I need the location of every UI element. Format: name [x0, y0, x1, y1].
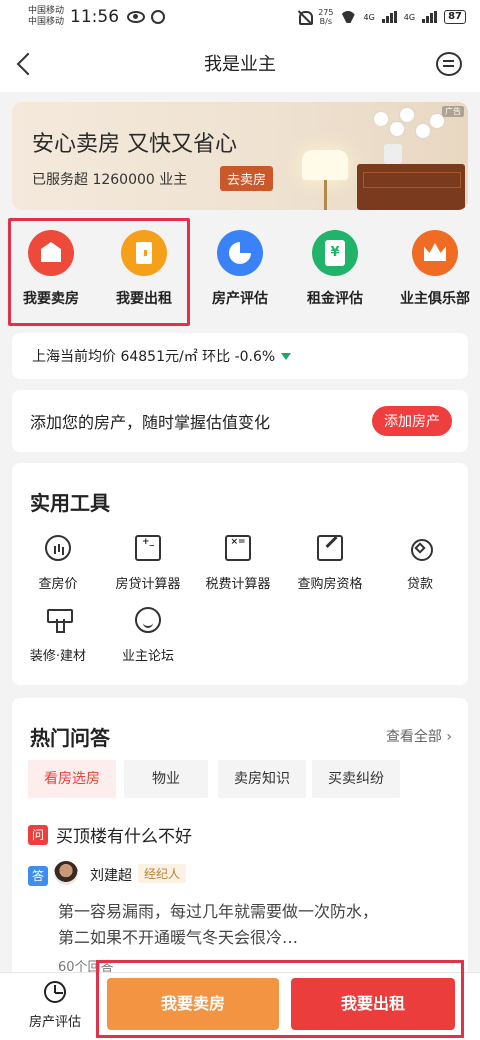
crown-icon: [412, 230, 458, 276]
average-price-card[interactable]: 上海当前均价 64851元/㎡ 环比 -0.6%: [12, 333, 468, 379]
avatar: [54, 861, 78, 885]
paint-roller-icon: [45, 607, 73, 633]
orchid-flower: [400, 108, 414, 122]
carrier-2: 中国移动: [28, 17, 65, 27]
wifi-icon: [340, 11, 356, 23]
message-icon[interactable]: [436, 52, 462, 76]
loan-calculator-icon: +_: [135, 535, 161, 561]
promo-banner[interactable]: 安心卖房 又快又省心 已服务超 1260000 业主 去卖房 广告: [12, 102, 468, 210]
rent-out-button[interactable]: 我要出租: [291, 978, 455, 1030]
alarm-icon: [151, 10, 166, 24]
mute-bell-icon: [297, 10, 314, 25]
header: 我是业主: [0, 34, 480, 92]
signal-icon: [422, 11, 438, 23]
author-name: 刘建超: [90, 868, 132, 884]
signal-label-1: 4G: [363, 12, 375, 22]
tool-loan[interactable]: 贷款: [374, 535, 466, 592]
vase-illustration: [384, 144, 402, 164]
question-text[interactable]: 买顶楼有什么不好: [56, 822, 192, 847]
qa-tab-disputes[interactable]: 买卖纠纷: [312, 760, 400, 798]
tool-owner-forum[interactable]: 业主论坛: [102, 607, 194, 664]
tools-card: 实用工具 查房价 +_ 房贷计算器 ×= 税费计算器 查购房资格 贷款 装修·建…: [12, 463, 468, 685]
hot-qa-card: 热门问答 查看全部 › 看房选房 物业 卖房知识 买卖纠纷 问 买顶楼有什么不好…: [12, 698, 468, 988]
tool-label: 房贷计算器: [115, 577, 181, 592]
qa-tab-viewing[interactable]: 看房选房: [28, 760, 116, 798]
quick-rent-out[interactable]: 我要出租: [104, 230, 184, 308]
network-speed: 275 B/s: [318, 8, 334, 26]
tools-title: 实用工具: [30, 491, 110, 515]
battery-icon: 87: [444, 10, 466, 24]
sell-house-button[interactable]: 我要卖房: [107, 978, 279, 1030]
down-arrow-icon: [281, 352, 292, 360]
sell-house-cta[interactable]: 去卖房: [220, 166, 274, 191]
ad-tag: 广告: [442, 106, 464, 117]
tool-label: 装修·建材: [29, 649, 87, 664]
orchid-flower: [430, 114, 444, 128]
answer-text[interactable]: 第一容易漏雨，每过几年就需要做一次防水， 第二如果不开通暖气冬天会很冷…: [58, 899, 448, 951]
quick-entry-label: 房产评估: [212, 291, 268, 307]
tool-check-price[interactable]: 查房价: [12, 535, 104, 592]
loan-diamond-icon: [407, 535, 433, 561]
orchid-flower: [374, 112, 388, 126]
lamp-illustration: [302, 150, 348, 180]
page-title: 我是业主: [204, 54, 276, 75]
quick-entry-label: 我要出租: [116, 291, 172, 307]
clock-chart-icon: [44, 981, 66, 1003]
eligibility-edit-icon: [317, 535, 343, 561]
tool-loan-calculator[interactable]: +_ 房贷计算器: [102, 535, 194, 592]
forum-face-icon: [135, 607, 161, 633]
eye-icon: [127, 11, 146, 23]
quick-entry-label: 业主俱乐部: [400, 291, 470, 307]
quick-rent-estimate[interactable]: 租金评估: [295, 230, 375, 308]
orchid-flower: [416, 124, 430, 138]
tool-label: 贷款: [406, 577, 433, 592]
tool-label: 业主论坛: [121, 649, 174, 664]
back-arrow-icon[interactable]: [14, 50, 38, 78]
house-icon: [28, 230, 74, 276]
add-property-text: 添加您的房产，随时掌握估值变化: [30, 413, 271, 432]
qa-title: 热门问答: [30, 726, 110, 750]
quick-owner-club[interactable]: 业主俱乐部: [392, 230, 478, 308]
estimate-tab[interactable]: 房产评估: [22, 981, 88, 1030]
status-bar: 中国移动 中国移动 11:56 275 B/s 4G 4G 87: [0, 0, 480, 34]
quick-sell-house[interactable]: 我要卖房: [11, 230, 91, 308]
question-badge: 问: [28, 825, 48, 845]
add-property-button[interactable]: 添加房产: [372, 406, 452, 436]
view-all-link[interactable]: 查看全部 ›: [386, 726, 452, 746]
add-property-card: 添加您的房产，随时掌握估值变化 添加房产: [12, 390, 468, 452]
tool-decoration[interactable]: 装修·建材: [12, 607, 104, 664]
tax-calculator-icon: ×=: [225, 535, 251, 561]
carrier-names: 中国移动 中国移动: [28, 6, 64, 28]
average-price-text: 上海当前均价 64851元/㎡ 环比 -0.6%: [32, 349, 276, 365]
clock: 11:56: [70, 7, 120, 27]
signal-label-2: 4G: [403, 12, 416, 22]
cabinet-illustration: [357, 164, 465, 210]
lamp-pole: [324, 180, 327, 210]
estimate-tab-label: 房产评估: [28, 1015, 81, 1030]
quick-entry-label: 我要卖房: [23, 291, 79, 307]
tool-label: 查购房资格: [297, 577, 363, 592]
qa-tab-property-mgmt[interactable]: 物业: [124, 760, 208, 798]
tool-tax-calculator[interactable]: ×= 税费计算器: [192, 535, 284, 592]
price-chart-icon: [45, 535, 71, 561]
tool-purchase-eligibility[interactable]: 查购房资格: [284, 535, 376, 592]
banner-subtitle: 已服务超 1260000 业主: [32, 172, 188, 188]
bottom-action-bar: 房产评估 我要卖房 我要出租: [0, 972, 480, 1040]
signal-icon: [381, 11, 397, 23]
carrier-1: 中国移动: [28, 6, 65, 16]
tool-label: 查房价: [38, 577, 78, 592]
pie-chart-icon: [217, 230, 263, 276]
door-icon: [121, 230, 167, 276]
tool-label: 税费计算器: [205, 577, 271, 592]
orchid-flower: [390, 122, 404, 136]
quick-entry-label: 租金评估: [307, 291, 363, 307]
rent-doc-icon: [312, 230, 358, 276]
answer-badge: 答: [28, 866, 48, 886]
role-badge: 经纪人: [138, 864, 187, 883]
banner-title: 安心卖房 又快又省心: [32, 132, 237, 157]
quick-entries: 我要卖房 我要出租 房产评估 租金评估 业主俱乐部: [0, 220, 480, 330]
qa-tab-selling[interactable]: 卖房知识: [218, 760, 306, 798]
quick-property-estimate[interactable]: 房产评估: [200, 230, 280, 308]
